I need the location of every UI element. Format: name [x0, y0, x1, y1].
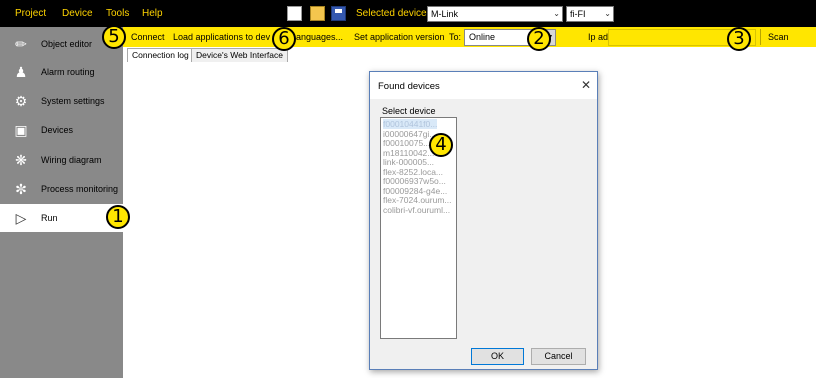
languages-button[interactable]: anguages... [296, 32, 343, 42]
callout-marker: 6 [272, 27, 296, 51]
wiring-icon: ❋ [15, 152, 27, 168]
sidebar-item-wiring-diagram[interactable]: ❋ Wiring diagram [0, 146, 123, 174]
selected-device-label: Selected device: [356, 8, 430, 19]
network-icon: ▣ [14, 122, 28, 138]
close-icon[interactable]: ✕ [581, 78, 591, 92]
list-item[interactable]: link-000005... [383, 157, 434, 167]
list-item[interactable]: f00010441f0... [383, 119, 438, 129]
ok-button[interactable]: OK [471, 348, 524, 365]
users-icon: ♟ [14, 64, 28, 80]
menu-device[interactable]: Device [62, 8, 93, 19]
callout-marker: 4 [429, 133, 453, 157]
found-devices-dialog: Found devices ✕ Select device f00010441f… [369, 71, 598, 370]
play-icon: ▷ [15, 210, 27, 226]
list-item[interactable]: f00010075... [383, 138, 430, 148]
list-item[interactable]: colibri-vf.ouruml... [383, 205, 450, 215]
cancel-button[interactable]: Cancel [531, 348, 586, 365]
sidebar-item-label: Alarm routing [41, 67, 95, 77]
sidebar-item-label: Object editor [41, 39, 93, 49]
callout-marker: 3 [727, 27, 751, 51]
callout-marker: 1 [106, 205, 130, 229]
list-item[interactable]: flex-7024.ourum... [383, 195, 452, 205]
menu-project[interactable]: Project [15, 8, 46, 19]
scan-button[interactable]: Scan [768, 32, 789, 42]
load-applications-button[interactable]: Load applications to dev [173, 32, 270, 42]
sidebar-item-run[interactable]: ▷ Run [0, 204, 123, 232]
callout-marker: 2 [527, 27, 551, 51]
dialog-title: Found devices [378, 81, 440, 92]
process-icon: ✼ [15, 181, 27, 197]
selected-device-value: M-Link [431, 9, 459, 19]
save-disk-icon[interactable] [331, 6, 346, 21]
sidebar-item-process-monitoring[interactable]: ✼ Process monitoring [0, 175, 123, 203]
sidebar-item-label: Wiring diagram [41, 155, 102, 165]
dialog-titlebar: Found devices ✕ [370, 72, 597, 99]
new-file-icon[interactable] [287, 6, 302, 21]
locale-select[interactable]: fi-FI ⌄ [566, 6, 614, 22]
to-label: To: [449, 32, 462, 42]
locale-value: fi-FI [570, 9, 586, 19]
list-item[interactable]: f00006937w5o... [383, 176, 446, 186]
tab-device-web-interface[interactable]: Device's Web Interface [191, 48, 288, 62]
connect-button[interactable]: Connect [131, 32, 165, 42]
menu-help[interactable]: Help [142, 8, 163, 19]
select-device-label: Select device [382, 106, 436, 116]
sidebar-item-devices[interactable]: ▣ Devices [0, 116, 123, 144]
sidebar: ✏ Object editor ♟ Alarm routing ⚙ System… [0, 27, 123, 378]
gears-icon: ⚙ [14, 93, 28, 109]
sidebar-item-alarm-routing[interactable]: ♟ Alarm routing [0, 58, 123, 86]
sidebar-item-system-settings[interactable]: ⚙ System settings [0, 87, 123, 115]
toolbar-separator [760, 29, 761, 45]
pencil-icon: ✏ [15, 36, 27, 52]
content-tabs: Connection log Device's Web Interface [123, 47, 816, 62]
sidebar-item-label: Devices [41, 125, 74, 135]
sidebar-item-label: Process monitoring [41, 184, 119, 194]
target-value: Online [469, 32, 496, 42]
chevron-down-icon: ⌄ [553, 9, 560, 18]
sidebar-item-label: Run [41, 213, 58, 223]
selected-device-select[interactable]: M-Link ⌄ [427, 6, 563, 22]
callout-marker: 5 [102, 25, 126, 49]
menu-tools[interactable]: Tools [106, 8, 129, 19]
top-menu-bar: Project Device Tools Help Selected devic… [0, 0, 816, 27]
chevron-down-icon: ⌄ [604, 9, 611, 18]
sidebar-item-label: System settings [41, 96, 105, 106]
tab-connection-log[interactable]: Connection log [127, 48, 194, 62]
open-folder-icon[interactable] [310, 6, 325, 21]
set-application-version-button[interactable]: Set application version [354, 32, 445, 42]
